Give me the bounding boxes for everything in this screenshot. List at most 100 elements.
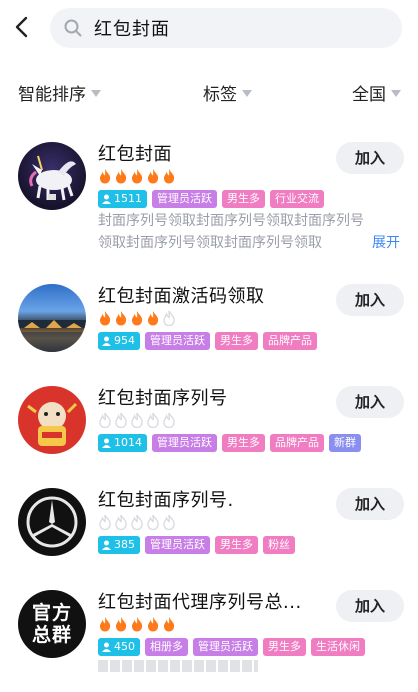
avatar: 官方 总群 [18, 590, 86, 658]
filter-bar: 智能排序 标签 全国 [0, 74, 418, 110]
person-icon [102, 336, 111, 346]
activity-flames [98, 310, 176, 326]
flame-icon [163, 617, 175, 632]
triangle-down-icon [242, 90, 252, 97]
tag-badge: 新群 [329, 434, 361, 452]
member-count-badge: 1511 [98, 190, 147, 208]
flame-icon [131, 617, 143, 632]
tag-list: 450 相册多 管理员活跃 男生多 生活休闲 [98, 638, 365, 656]
activity-flames [98, 412, 176, 428]
tag-list: 954 管理员活跃 男生多 品牌产品 [98, 332, 317, 350]
tag-list: 385 管理员活跃 男生多 粉丝 [98, 536, 295, 554]
tag-badge: 男生多 [215, 332, 258, 350]
tag-badge: 管理员活跃 [145, 536, 210, 554]
flame-icon [115, 311, 127, 326]
illustration-icon [27, 402, 78, 446]
sort-filter-label: 智能排序 [18, 85, 86, 105]
tag-badge: 品牌产品 [270, 434, 324, 452]
activity-flames [98, 514, 176, 530]
tag-list: 1511 管理员活跃 男生多 行业交流 [98, 190, 324, 208]
tag-filter-label: 标签 [203, 85, 237, 105]
tag-badge: 生活休闲 [311, 638, 365, 656]
group-title: 红包封面序列号. [98, 490, 234, 511]
back-button[interactable] [8, 12, 36, 42]
group-title: 红包封面序列号 [98, 388, 228, 409]
activity-flames [98, 168, 176, 184]
flame-empty-icon [131, 412, 143, 428]
avatar [18, 284, 86, 352]
join-button[interactable]: 加入 [336, 284, 404, 316]
tag-badge: 管理员活跃 [152, 190, 217, 208]
tag-badge: 男生多 [222, 434, 265, 452]
list-item[interactable]: 红包封面序列号 1014 管理员活跃 男生多 品牌产品 新群 加入 [0, 382, 418, 462]
flame-empty-icon [163, 412, 175, 428]
list-item[interactable]: 红包封面序列号. 385 管理员活跃 男生多 粉丝 加入 [0, 484, 418, 564]
search-icon [62, 17, 84, 39]
triangle-down-icon [391, 90, 401, 97]
landscape-icon [18, 320, 86, 352]
list-item[interactable]: 官方 总群 红包封面代理序列号总... 450 相册多 管理员活跃 男生多 生活… [0, 586, 418, 692]
search-input[interactable]: 红包封面 [50, 8, 402, 48]
flame-empty-icon [131, 514, 143, 530]
person-icon [102, 438, 111, 448]
flame-empty-icon [147, 514, 159, 530]
join-button[interactable]: 加入 [336, 142, 404, 174]
avatar [18, 142, 86, 210]
member-count-badge: 1014 [98, 434, 147, 452]
tag-badge: 行业交流 [270, 190, 324, 208]
flame-icon [99, 311, 111, 326]
tag-badge: 男生多 [215, 536, 258, 554]
group-description: 封面序列号领取封面序列号领取封面序列号 领取封面序列号领取封面序列号领取 [98, 210, 368, 254]
person-icon [102, 194, 111, 204]
member-count-badge: 385 [98, 536, 140, 554]
region-filter[interactable]: 全国 [352, 80, 401, 105]
tag-badge: 品牌产品 [263, 332, 317, 350]
unicorn-icon [29, 155, 76, 201]
triangle-down-icon [91, 90, 101, 97]
tag-badge: 相册多 [145, 638, 188, 656]
flame-empty-icon [99, 412, 111, 428]
description-placeholder [98, 660, 258, 672]
flame-icon [163, 169, 175, 184]
person-icon [102, 540, 111, 550]
person-icon [102, 642, 111, 652]
member-count-badge: 954 [98, 332, 140, 350]
sort-filter[interactable]: 智能排序 [18, 80, 101, 105]
group-title: 红包封面代理序列号总... [98, 592, 302, 613]
avatar-text: 官方 [31, 602, 72, 624]
top-bar: 红包封面 [0, 0, 418, 56]
list-item[interactable]: 红包封面激活码领取 954 管理员活跃 男生多 品牌产品 加入 [0, 280, 418, 360]
description-fade [340, 232, 370, 254]
tag-filter[interactable]: 标签 [203, 80, 252, 105]
flame-empty-icon [163, 514, 175, 530]
activity-flames [98, 616, 176, 632]
tag-badge: 男生多 [263, 638, 306, 656]
flame-empty-icon [163, 310, 175, 326]
member-count: 450 [114, 640, 135, 653]
avatar [18, 488, 86, 556]
member-count-badge: 450 [98, 638, 140, 656]
flame-icon [147, 169, 159, 184]
tag-badge: 粉丝 [263, 536, 295, 554]
member-count: 954 [114, 334, 135, 347]
tag-list: 1014 管理员活跃 男生多 品牌产品 新群 [98, 434, 361, 452]
list-item[interactable]: 红包封面 1511 管理员活跃 男生多 行业交流 封面序列号领取封面序列号领取封… [0, 138, 418, 258]
group-title: 红包封面 [98, 144, 172, 165]
three-pointed-star-logo-icon [26, 496, 78, 548]
member-count: 385 [114, 538, 135, 551]
flame-icon [147, 617, 159, 632]
tag-badge: 管理员活跃 [145, 332, 210, 350]
search-query: 红包封面 [94, 19, 170, 40]
join-button[interactable]: 加入 [336, 590, 404, 622]
flame-empty-icon [115, 412, 127, 428]
join-button[interactable]: 加入 [336, 488, 404, 520]
flame-empty-icon [147, 412, 159, 428]
description-line: 领取封面序列号领取封面序列号领取 [98, 235, 322, 251]
region-filter-label: 全国 [352, 85, 386, 105]
chevron-left-icon [15, 16, 28, 38]
flame-empty-icon [115, 514, 127, 530]
join-button[interactable]: 加入 [336, 386, 404, 418]
member-count: 1511 [114, 192, 142, 205]
expand-link[interactable]: 展开 [372, 232, 400, 252]
flame-icon [99, 617, 111, 632]
